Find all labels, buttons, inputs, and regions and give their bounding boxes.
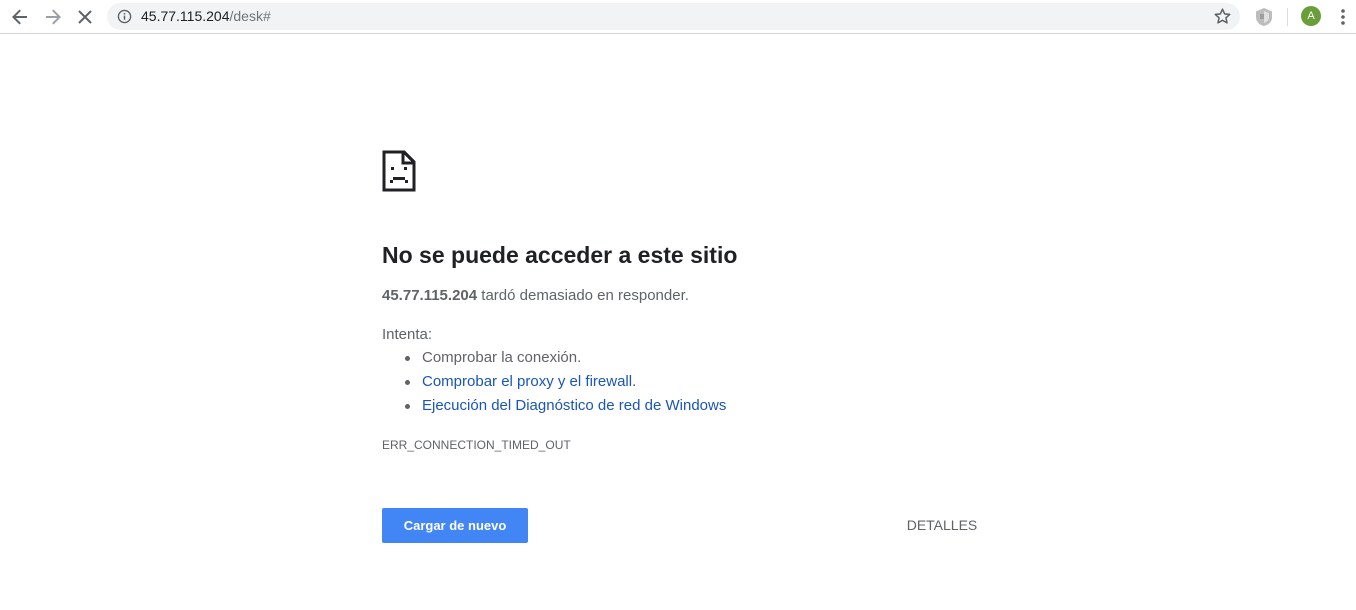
url-text[interactable]: 45.77.115.204/desk# [141, 8, 271, 25]
network-diagnostics-link[interactable]: Ejecución del Diagnóstico de red de Wind… [422, 397, 726, 414]
browser-toolbar: 45.77.115.204/desk# A [0, 0, 1356, 34]
extension-icon[interactable] [1253, 6, 1275, 28]
suggestion-check-proxy: Comprobar el proxy y el firewall. [382, 372, 726, 396]
error-title: No se puede acceder a este sitio [382, 242, 738, 268]
reload-button[interactable]: Cargar de nuevo [382, 508, 528, 543]
suggestion-run-diagnostics: Ejecución del Diagnóstico de red de Wind… [382, 396, 726, 420]
toolbar-separator [1287, 8, 1288, 26]
close-icon [78, 10, 92, 24]
address-bar[interactable]: 45.77.115.204/desk# [107, 3, 1240, 30]
stop-button[interactable] [72, 4, 98, 30]
error-host: 45.77.115.204 [382, 287, 478, 304]
try-label: Intenta: [382, 326, 433, 343]
check-proxy-link[interactable]: Comprobar el proxy y el firewall. [422, 373, 636, 390]
error-code: ERR_CONNECTION_TIMED_OUT [382, 438, 571, 452]
url-host: 45.77.115.204 [141, 8, 230, 24]
url-path: /desk# [229, 8, 271, 24]
error-message: 45.77.115.204 tardó demasiado en respond… [382, 286, 689, 306]
suggestion-text: Comprobar la conexión. [422, 349, 582, 366]
error-message-text: tardó demasiado en responder. [477, 287, 689, 304]
suggestions-list: Comprobar la conexión. Comprobar el prox… [382, 348, 726, 420]
sad-document-icon [382, 150, 416, 192]
kebab-menu-icon[interactable] [1335, 7, 1351, 27]
star-icon[interactable] [1213, 7, 1232, 26]
details-button[interactable]: DETALLES [902, 508, 982, 543]
info-icon[interactable] [117, 9, 132, 24]
suggestion-check-connection: Comprobar la conexión. [382, 348, 726, 372]
profile-avatar[interactable]: A [1301, 6, 1321, 26]
forward-button[interactable] [40, 4, 66, 30]
arrow-right-icon [46, 9, 61, 25]
arrow-left-icon [12, 9, 27, 25]
back-button[interactable] [7, 4, 33, 30]
